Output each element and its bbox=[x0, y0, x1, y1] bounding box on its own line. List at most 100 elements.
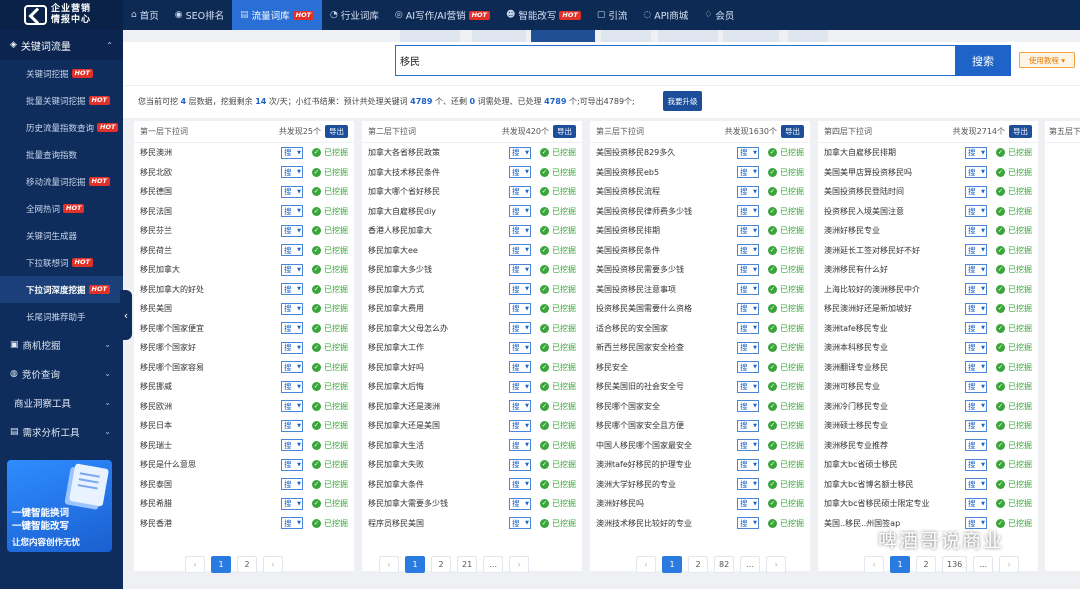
search-engine-select[interactable]: 搜 ▼ bbox=[965, 400, 987, 413]
search-engine-select[interactable]: 搜 ▼ bbox=[509, 439, 531, 452]
nav-item-5[interactable]: ☻ 智能改写 HOT bbox=[498, 0, 589, 30]
keyword-text[interactable]: 澳洲移民有什么好 bbox=[824, 264, 964, 275]
keyword-text[interactable]: 移民加拿大多少钱 bbox=[368, 264, 508, 275]
keyword-text[interactable]: 移民加拿大后悔 bbox=[368, 381, 508, 392]
search-engine-select[interactable]: 搜 ▼ bbox=[965, 419, 987, 432]
prev-page-button[interactable]: ‹ bbox=[864, 556, 884, 573]
keyword-text[interactable]: 移民澳洲 bbox=[140, 147, 280, 158]
tab-ghost[interactable] bbox=[723, 30, 779, 42]
tab-ghost[interactable] bbox=[658, 30, 718, 42]
keyword-text[interactable]: 上海比较好的澳洲移民中介 bbox=[824, 284, 964, 295]
page-button[interactable]: 1 bbox=[890, 556, 910, 573]
sidebar-item-8[interactable]: 下拉词深度挖掘 HOT bbox=[0, 276, 123, 303]
search-engine-select[interactable]: 搜 ▼ bbox=[965, 439, 987, 452]
keyword-text[interactable]: 澳洲本科移民专业 bbox=[824, 342, 964, 353]
sidebar-group-2[interactable]: 商业洞察工具 ⌄ bbox=[0, 388, 123, 417]
search-engine-select[interactable]: 搜 ▼ bbox=[965, 497, 987, 510]
tab-ghost[interactable] bbox=[788, 30, 828, 42]
search-engine-select[interactable]: 搜 ▼ bbox=[509, 146, 531, 159]
next-page-button[interactable]: › bbox=[766, 556, 787, 573]
keyword-text[interactable]: 移民哪个国家好 bbox=[140, 342, 280, 353]
search-engine-select[interactable]: 搜 ▼ bbox=[281, 185, 303, 198]
keyword-text[interactable]: 加拿大bc省移民硕士限定专业 bbox=[824, 498, 964, 509]
keyword-text[interactable]: 投资移民美国需要什么资格 bbox=[596, 303, 736, 314]
keyword-text[interactable]: 澳洲可移民专业 bbox=[824, 381, 964, 392]
nav-item-7[interactable]: ◌ API商城 bbox=[635, 0, 696, 30]
export-button[interactable]: 导出 bbox=[553, 125, 576, 138]
search-engine-select[interactable]: 搜 ▼ bbox=[509, 361, 531, 374]
sidebar-group-1[interactable]: ◍ 竞价查询 ⌄ bbox=[0, 359, 123, 388]
sidebar-group-3[interactable]: ▤ 需求分析工具 ⌄ bbox=[0, 417, 123, 446]
search-engine-select[interactable]: 搜 ▼ bbox=[737, 439, 759, 452]
keyword-text[interactable]: 澳洲好移民专业 bbox=[824, 225, 964, 236]
keyword-text[interactable]: 加拿大bc省硕士移民 bbox=[824, 459, 964, 470]
keyword-text[interactable]: 移民荷兰 bbox=[140, 245, 280, 256]
keyword-text[interactable]: 移民挪威 bbox=[140, 381, 280, 392]
search-engine-select[interactable]: 搜 ▼ bbox=[737, 478, 759, 491]
keyword-text[interactable]: 美国投资移民829多久 bbox=[596, 147, 736, 158]
nav-item-3[interactable]: ◔ 行业词库 bbox=[322, 0, 387, 30]
search-engine-select[interactable]: 搜 ▼ bbox=[509, 341, 531, 354]
search-engine-select[interactable]: 搜 ▼ bbox=[509, 400, 531, 413]
search-engine-select[interactable]: 搜 ▼ bbox=[281, 224, 303, 237]
page-button[interactable]: 1 bbox=[405, 556, 425, 573]
prev-page-button[interactable]: ‹ bbox=[636, 556, 656, 573]
keyword-text[interactable]: 美国投资移民排期 bbox=[596, 225, 736, 236]
next-page-button[interactable]: › bbox=[999, 556, 1020, 573]
keyword-text[interactable]: 投资移民入境美国注意 bbox=[824, 206, 964, 217]
search-engine-select[interactable]: 搜 ▼ bbox=[737, 283, 759, 296]
keyword-text[interactable]: 澳洲延长工签对移民好不好 bbox=[824, 245, 964, 256]
sidebar-item-5[interactable]: 全网热词 HOT bbox=[0, 195, 123, 222]
keyword-text[interactable]: 加拿大技术移民条件 bbox=[368, 167, 508, 178]
keyword-text[interactable]: 澳洲冷门移民专业 bbox=[824, 401, 964, 412]
page-button[interactable]: 2 bbox=[431, 556, 451, 573]
search-engine-select[interactable]: 搜 ▼ bbox=[965, 458, 987, 471]
search-engine-select[interactable]: 搜 ▼ bbox=[281, 205, 303, 218]
page-button[interactable]: ... bbox=[973, 556, 994, 573]
sidebar-item-1[interactable]: 批量关键词挖掘 HOT bbox=[0, 87, 123, 114]
search-engine-select[interactable]: 搜 ▼ bbox=[737, 497, 759, 510]
keyword-text[interactable]: 移民加拿大的好处 bbox=[140, 284, 280, 295]
search-engine-select[interactable]: 搜 ▼ bbox=[281, 283, 303, 296]
keyword-text[interactable]: 移民加拿大失败 bbox=[368, 459, 508, 470]
search-engine-select[interactable]: 搜 ▼ bbox=[965, 205, 987, 218]
search-engine-select[interactable]: 搜 ▼ bbox=[965, 322, 987, 335]
search-engine-select[interactable]: 搜 ▼ bbox=[509, 244, 531, 257]
keyword-text[interactable]: 澳洲技术移民比较好的专业 bbox=[596, 518, 736, 529]
keyword-text[interactable]: 美国投资移民流程 bbox=[596, 186, 736, 197]
sidebar-item-3[interactable]: 批量查询指数 bbox=[0, 141, 123, 168]
search-engine-select[interactable]: 搜 ▼ bbox=[965, 302, 987, 315]
keyword-text[interactable]: 适合移民的安全国家 bbox=[596, 323, 736, 334]
search-engine-select[interactable]: 搜 ▼ bbox=[281, 497, 303, 510]
search-engine-select[interactable]: 搜 ▼ bbox=[509, 205, 531, 218]
keyword-text[interactable]: 移民哪个国家容易 bbox=[140, 362, 280, 373]
search-engine-select[interactable]: 搜 ▼ bbox=[509, 322, 531, 335]
sidebar-item-6[interactable]: 关键词生成器 bbox=[0, 222, 123, 249]
page-button[interactable]: 82 bbox=[714, 556, 735, 573]
keyword-text[interactable]: 移民德国 bbox=[140, 186, 280, 197]
tab-ghost[interactable] bbox=[601, 30, 651, 42]
nav-item-8[interactable]: ♢ 会员 bbox=[696, 0, 742, 30]
search-engine-select[interactable]: 搜 ▼ bbox=[737, 302, 759, 315]
search-engine-select[interactable]: 搜 ▼ bbox=[737, 146, 759, 159]
search-engine-select[interactable]: 搜 ▼ bbox=[737, 517, 759, 530]
sidebar-item-7[interactable]: 下拉联想词 HOT bbox=[0, 249, 123, 276]
page-button[interactable]: 1 bbox=[211, 556, 231, 573]
next-page-button[interactable]: › bbox=[509, 556, 530, 573]
search-engine-select[interactable]: 搜 ▼ bbox=[281, 166, 303, 179]
keyword-text[interactable]: 移民北欧 bbox=[140, 167, 280, 178]
search-engine-select[interactable]: 搜 ▼ bbox=[281, 400, 303, 413]
page-button[interactable]: ... bbox=[740, 556, 761, 573]
tab-ghost[interactable] bbox=[472, 30, 526, 42]
keyword-text[interactable]: 移民加拿大好吗 bbox=[368, 362, 508, 373]
search-engine-select[interactable]: 搜 ▼ bbox=[737, 380, 759, 393]
search-engine-select[interactable]: 搜 ▼ bbox=[737, 400, 759, 413]
search-engine-select[interactable]: 搜 ▼ bbox=[509, 283, 531, 296]
search-engine-select[interactable]: 搜 ▼ bbox=[965, 224, 987, 237]
search-engine-select[interactable]: 搜 ▼ bbox=[281, 478, 303, 491]
keyword-text[interactable]: 澳洲tafe好移民的护理专业 bbox=[596, 459, 736, 470]
keyword-text[interactable]: 移民日本 bbox=[140, 420, 280, 431]
search-engine-select[interactable]: 搜 ▼ bbox=[281, 322, 303, 335]
keyword-text[interactable]: 移民加拿大ee bbox=[368, 245, 508, 256]
export-button[interactable]: 导出 bbox=[325, 125, 348, 138]
